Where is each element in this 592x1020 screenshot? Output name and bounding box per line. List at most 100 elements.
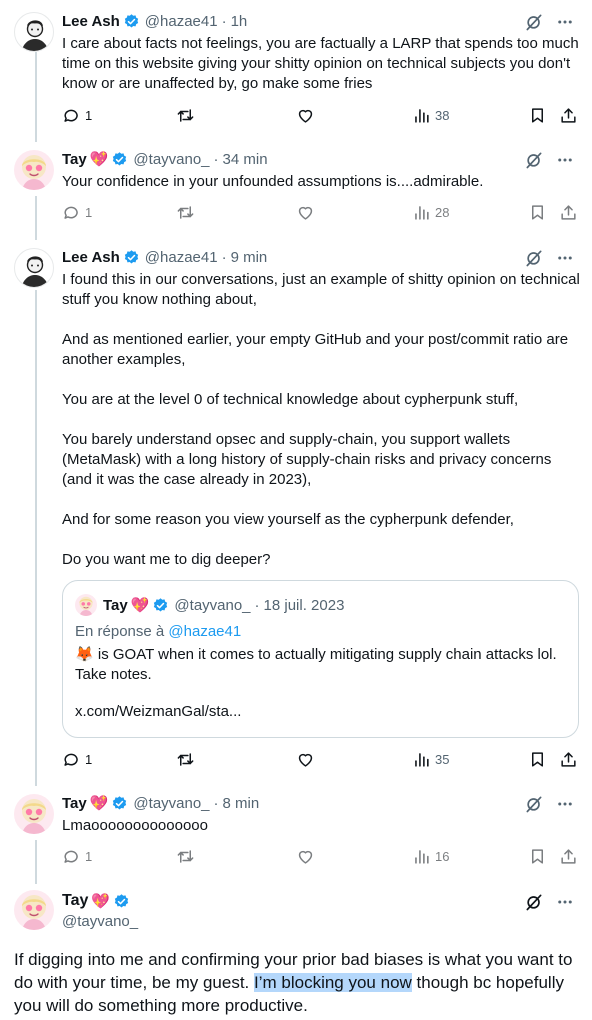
- author-name[interactable]: Lee Ash: [62, 249, 120, 266]
- reply-button[interactable]: 1: [62, 847, 92, 866]
- views-button[interactable]: 28: [412, 203, 449, 222]
- quoted-tweet-text: 🦊 is GOAT when it comes to actually miti…: [75, 645, 565, 685]
- bookmark-icon: [528, 203, 547, 222]
- more-icon[interactable]: [556, 13, 574, 31]
- author-handle[interactable]: @tayvano_: [133, 795, 209, 812]
- avatar[interactable]: [14, 12, 54, 52]
- timestamp[interactable]: 34 min: [223, 151, 268, 168]
- tweet-header: Lee Ash @hazae41 · 1h: [62, 10, 247, 32]
- reply-button[interactable]: 1: [62, 106, 92, 125]
- tweet-actions: 1 16: [62, 847, 582, 867]
- author-handle[interactable]: @tayvano_: [62, 913, 138, 930]
- tweet[interactable]: Lee Ash @hazae41 · 1h I care about facts…: [0, 10, 592, 132]
- reply-icon: [62, 203, 81, 222]
- focused-tweet-text: If digging into me and confirming your p…: [14, 948, 584, 1017]
- header-actions: [524, 248, 574, 268]
- share-button[interactable]: [559, 847, 578, 866]
- header-actions: [524, 12, 574, 32]
- tweet-actions: 1 35: [62, 750, 582, 770]
- tweet[interactable]: Tay 💖 @tayvano_ · 34 min Your confidence…: [0, 148, 592, 230]
- tweet-text: Your confidence in your unfounded assump…: [62, 173, 484, 190]
- author-handle[interactable]: @hazae41: [145, 249, 218, 266]
- focused-tweet[interactable]: Tay 💖 @tayvano_ If digging into me and c…: [0, 886, 592, 1020]
- timestamp[interactable]: 9 min: [231, 249, 268, 266]
- quoted-date: 18 juil. 2023: [263, 596, 345, 614]
- reply-button[interactable]: 1: [62, 203, 92, 222]
- share-button[interactable]: [559, 106, 578, 125]
- tweet[interactable]: Tay 💖 @tayvano_ · 8 min Lmaooooooooooooo…: [0, 792, 592, 872]
- tweet-paragraph: And for some reason you view yourself as…: [62, 511, 514, 528]
- quoted-tweet[interactable]: Tay 💖 @tayvano_ · 18 juil. 2023 En répon…: [62, 580, 579, 738]
- tweet-paragraph: And as mentioned earlier, your empty Git…: [62, 331, 573, 368]
- verified-badge-icon: [113, 893, 130, 910]
- avatar[interactable]: [14, 794, 54, 834]
- bookmark-button[interactable]: [528, 203, 547, 222]
- grok-icon[interactable]: [524, 150, 544, 170]
- verified-badge-icon: [152, 597, 169, 614]
- retweet-button[interactable]: [176, 847, 195, 866]
- more-icon[interactable]: [556, 249, 574, 267]
- share-icon: [559, 203, 578, 222]
- author-handle[interactable]: @hazae41: [145, 13, 218, 30]
- views-icon: [412, 750, 431, 769]
- bookmark-button[interactable]: [528, 847, 547, 866]
- views-button[interactable]: 16: [412, 847, 449, 866]
- views-button[interactable]: 35: [412, 750, 449, 769]
- grok-icon[interactable]: [524, 248, 544, 268]
- separator-dot: ·: [254, 596, 260, 614]
- avatar-image: [75, 594, 97, 616]
- avatar[interactable]: [14, 890, 54, 930]
- author-name[interactable]: Tay: [62, 151, 87, 168]
- bookmark-button[interactable]: [528, 750, 547, 769]
- reply-to-handle[interactable]: @hazae41: [168, 623, 241, 640]
- share-button[interactable]: [559, 750, 578, 769]
- like-button[interactable]: [296, 106, 315, 125]
- share-button[interactable]: [559, 203, 578, 222]
- grok-icon[interactable]: [524, 12, 544, 32]
- tweet-paragraph: You are at the level 0 of technical know…: [62, 391, 519, 408]
- avatar[interactable]: [14, 150, 54, 190]
- retweet-button[interactable]: [176, 203, 195, 222]
- author-name[interactable]: Tay: [62, 795, 87, 812]
- tweet-paragraph: You barely understand opsec and supply-c…: [62, 431, 556, 488]
- reply-icon: [62, 106, 81, 125]
- timestamp[interactable]: 8 min: [223, 795, 260, 812]
- retweet-button[interactable]: [176, 750, 195, 769]
- more-icon[interactable]: [556, 795, 574, 813]
- quoted-link[interactable]: x.com/WeizmanGal/sta...: [75, 703, 241, 720]
- author-name[interactable]: Tay: [62, 892, 88, 910]
- like-button[interactable]: [296, 847, 315, 866]
- fox-emoji-icon: 🦊: [75, 646, 94, 663]
- heart-emoji-icon: 💖: [89, 795, 109, 812]
- bookmark-button[interactable]: [528, 106, 547, 125]
- avatar[interactable]: [14, 248, 54, 288]
- more-icon[interactable]: [556, 151, 574, 169]
- views-icon: [412, 106, 431, 125]
- avatar-image: [15, 249, 54, 288]
- grok-icon[interactable]: [524, 794, 544, 814]
- grok-icon[interactable]: [524, 892, 544, 912]
- header-actions: [524, 892, 574, 912]
- heart-emoji-icon: 💖: [89, 151, 109, 168]
- reply-context: En réponse à @hazae41: [75, 623, 241, 640]
- timestamp[interactable]: 1h: [231, 13, 248, 30]
- tweet[interactable]: Lee Ash @hazae41 · 9 min I found this in…: [0, 246, 592, 776]
- retweet-button[interactable]: [176, 106, 195, 125]
- tweet-text: I care about facts not feelings, you are…: [62, 35, 583, 92]
- retweet-icon: [176, 750, 195, 769]
- like-button[interactable]: [296, 750, 315, 769]
- reply-icon: [62, 750, 81, 769]
- views-icon: [412, 203, 431, 222]
- like-button[interactable]: [296, 203, 315, 222]
- reply-button[interactable]: 1: [62, 750, 92, 769]
- verified-badge-icon: [111, 151, 128, 168]
- reply-count: 1: [85, 108, 93, 123]
- author-name-row: Tay 💖: [62, 892, 135, 910]
- more-icon[interactable]: [556, 893, 574, 911]
- views-button[interactable]: 38: [412, 106, 449, 125]
- quoted-author-name: Tay: [103, 596, 128, 614]
- author-handle[interactable]: @tayvano_: [133, 151, 209, 168]
- author-name[interactable]: Lee Ash: [62, 13, 120, 30]
- tweet-header: Tay 💖 @tayvano_ · 34 min: [62, 148, 268, 170]
- quoted-avatar: [75, 594, 97, 616]
